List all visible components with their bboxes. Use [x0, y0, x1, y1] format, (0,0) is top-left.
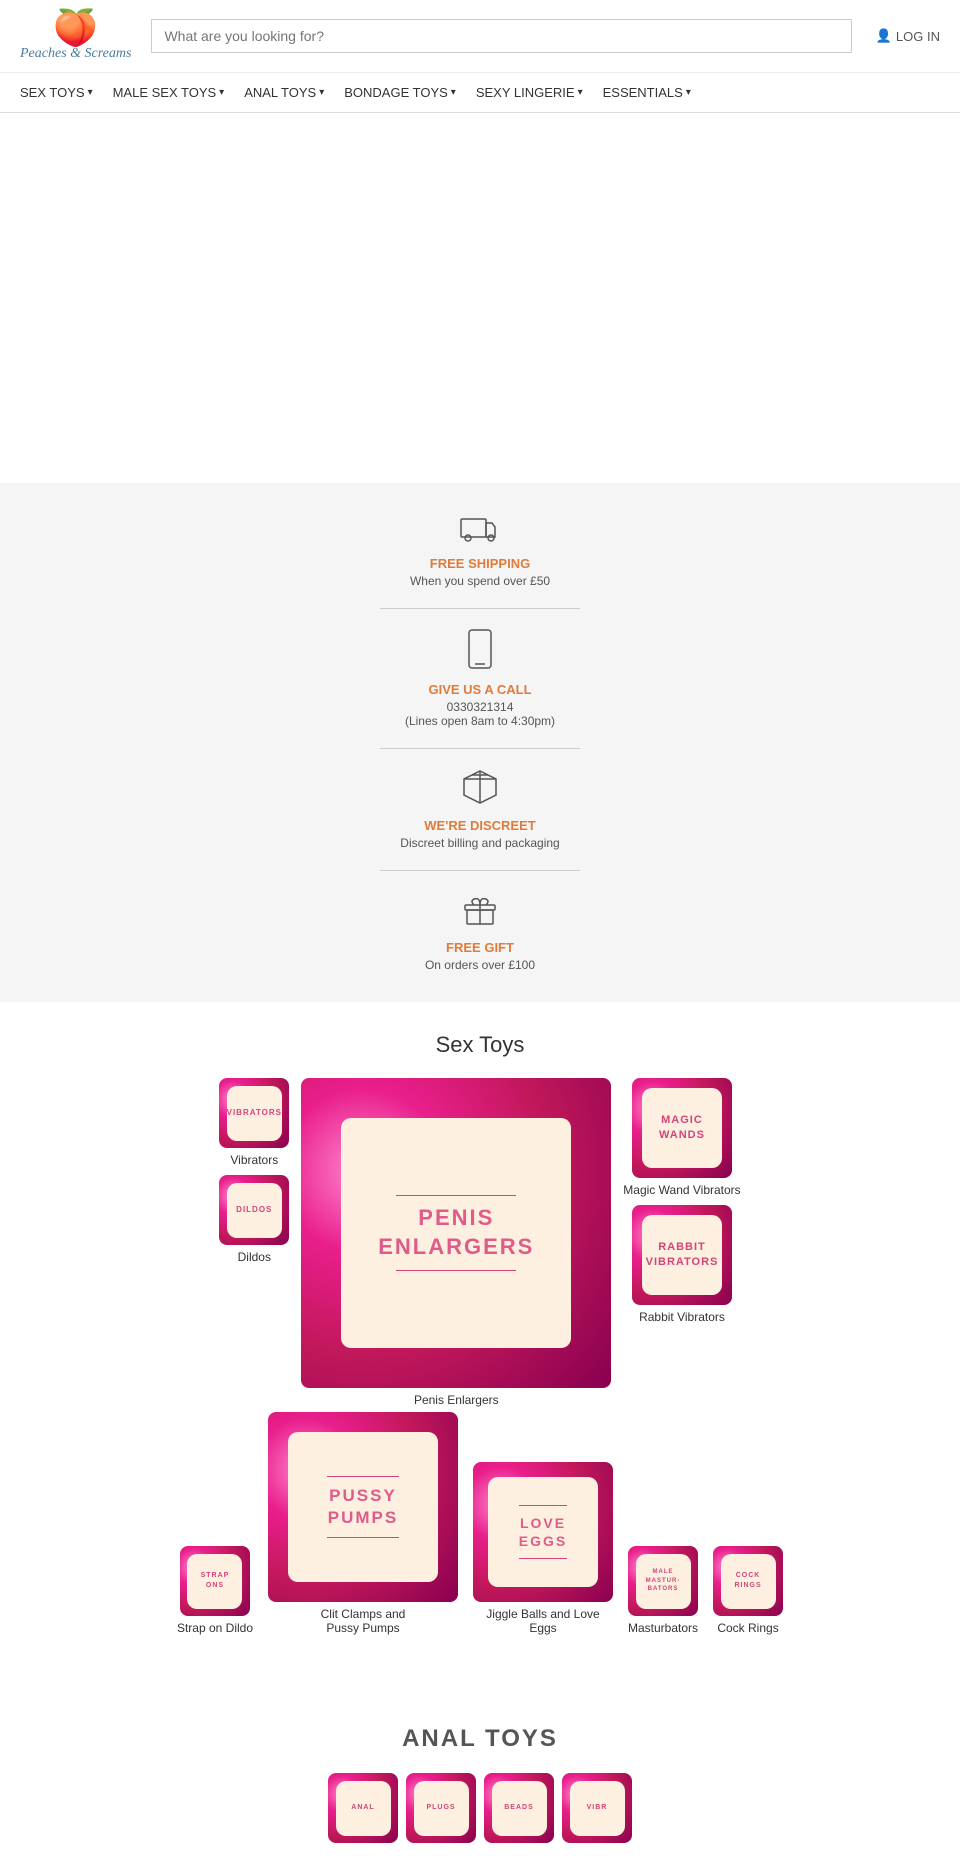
product-cock-rings[interactable]: COCKRINGS Cock Rings: [713, 1546, 783, 1635]
anal-product-1[interactable]: ANAL: [328, 1773, 398, 1843]
free-shipping-desc: When you spend over £50: [410, 574, 550, 588]
nav-sexy-lingerie[interactable]: SEXY LINGERIE ▾: [476, 85, 583, 100]
product-dildos[interactable]: DILDOS Dildos: [219, 1175, 289, 1264]
chevron-down-icon: ▾: [319, 87, 324, 98]
divider: [380, 748, 580, 749]
masturbators-label: Masturbators: [628, 1621, 698, 1635]
anal-product-2[interactable]: PLUGS: [406, 1773, 476, 1843]
divider: [380, 870, 580, 871]
gift-icon: [462, 891, 498, 934]
chevron-down-icon: ▾: [451, 87, 456, 98]
right-thumbnails: MAGICWANDS Magic Wand Vibrators RABBITVI…: [623, 1078, 740, 1324]
user-icon: 👤: [876, 28, 892, 44]
product-masturbators[interactable]: MALEMASTUR-BATORS Masturbators: [628, 1546, 698, 1635]
info-call: GIVE US A CALL 0330321314 (Lines open 8a…: [405, 629, 555, 728]
love-eggs-label: Jiggle Balls and Love Eggs: [483, 1607, 603, 1635]
nav-bondage-toys[interactable]: BONDAGE TOYS ▾: [344, 85, 456, 100]
info-free-shipping: FREE SHIPPING When you spend over £50: [410, 513, 550, 588]
login-label: LOG IN: [896, 29, 940, 44]
nav-sexy-lingerie-label: SEXY LINGERIE: [476, 85, 575, 100]
anal-toys-title: ANAL TOYS: [0, 1725, 960, 1753]
package-icon: [462, 769, 498, 812]
call-phone: 0330321314: [447, 700, 514, 714]
sex-toys-section: Sex Toys VIBRATORS Vibrators DILDOS: [0, 1032, 960, 1655]
product-pussy-pumps[interactable]: PUSSY PUMPS Clit Clamps and Pussy Pumps: [268, 1412, 458, 1635]
info-discreet: WE'RE DISCREET Discreet billing and pack…: [400, 769, 559, 850]
product-strap-on[interactable]: STRAPONS Strap on Dildo: [177, 1546, 253, 1635]
chevron-down-icon: ▾: [686, 87, 691, 98]
chevron-down-icon: ▾: [578, 87, 583, 98]
product-penis-enlargers[interactable]: PENISENLARGERS Penis Enlargers: [301, 1078, 611, 1407]
discreet-desc: Discreet billing and packaging: [400, 836, 559, 850]
free-shipping-title: FREE SHIPPING: [430, 556, 530, 571]
login-button[interactable]: 👤 LOG IN: [872, 28, 940, 44]
logo-area[interactable]: 🍑 Peaches & Screams: [20, 10, 131, 62]
rabbit-vibrators-label: Rabbit Vibrators: [639, 1310, 725, 1324]
info-gift: FREE GIFT On orders over £100: [425, 891, 535, 972]
hero-area: [0, 113, 960, 483]
gift-title: FREE GIFT: [446, 940, 514, 955]
penis-enlargers-label: Penis Enlargers: [414, 1393, 499, 1407]
product-love-eggs[interactable]: LOVE EGGS Jiggle Balls and Love Eggs: [473, 1462, 613, 1635]
nav-anal-toys-label: ANAL TOYS: [244, 85, 316, 100]
anal-toys-row: ANAL PLUGS BEADS VIBR: [0, 1773, 960, 1843]
anal-toys-section: ANAL TOYS ANAL PLUGS BEADS: [0, 1725, 960, 1843]
phone-icon: [465, 629, 495, 676]
nav-anal-toys[interactable]: ANAL TOYS ▾: [244, 85, 324, 100]
cock-rings-label: Cock Rings: [717, 1621, 778, 1635]
truck-icon: [460, 513, 500, 550]
strap-on-label: Strap on Dildo: [177, 1621, 253, 1635]
gift-desc: On orders over £100: [425, 958, 535, 972]
info-grid: FREE SHIPPING When you spend over £50 GI…: [380, 513, 580, 972]
magic-wands-label: Magic Wand Vibrators: [623, 1183, 740, 1197]
nav-sex-toys-label: SEX TOYS: [20, 85, 85, 100]
nav-bondage-toys-label: BONDAGE TOYS: [344, 85, 448, 100]
discreet-title: WE'RE DISCREET: [424, 818, 535, 833]
bottom-products-row: STRAPONS Strap on Dildo PUSSY PUMPS Clit…: [20, 1412, 940, 1635]
product-rabbit-vibrators[interactable]: RABBITVIBRATORS Rabbit Vibrators: [632, 1205, 732, 1324]
search-input[interactable]: [151, 19, 851, 53]
sex-toys-title: Sex Toys: [20, 1032, 940, 1058]
vibrators-label: Vibrators: [230, 1153, 278, 1167]
chevron-down-icon: ▾: [219, 87, 224, 98]
site-header: 🍑 Peaches & Screams 👤 LOG IN: [0, 0, 960, 73]
dildos-label: Dildos: [238, 1250, 271, 1264]
anal-product-3[interactable]: BEADS: [484, 1773, 554, 1843]
divider: [380, 608, 580, 609]
pussy-pumps-label: Clit Clamps and Pussy Pumps: [303, 1607, 423, 1635]
spacer: [0, 1655, 960, 1695]
nav-male-sex-toys-label: MALE SEX TOYS: [113, 85, 217, 100]
anal-product-4[interactable]: VIBR: [562, 1773, 632, 1843]
chevron-down-icon: ▾: [88, 87, 93, 98]
left-thumbnails: VIBRATORS Vibrators DILDOS Dildos: [219, 1078, 289, 1264]
info-section: FREE SHIPPING When you spend over £50 GI…: [0, 483, 960, 1002]
product-vibrators[interactable]: VIBRATORS Vibrators: [219, 1078, 289, 1167]
nav-essentials-label: ESSENTIALS: [603, 85, 683, 100]
logo-text: Peaches & Screams: [20, 46, 131, 62]
call-hours: (Lines open 8am to 4:30pm): [405, 714, 555, 728]
logo-icon: 🍑: [53, 10, 98, 46]
main-nav: SEX TOYS ▾ MALE SEX TOYS ▾ ANAL TOYS ▾ B…: [0, 73, 960, 113]
nav-sex-toys[interactable]: SEX TOYS ▾: [20, 85, 93, 100]
nav-male-sex-toys[interactable]: MALE SEX TOYS ▾: [113, 85, 225, 100]
search-bar[interactable]: [151, 19, 851, 53]
product-magic-wands[interactable]: MAGICWANDS Magic Wand Vibrators: [623, 1078, 740, 1197]
nav-essentials[interactable]: ESSENTIALS ▾: [603, 85, 691, 100]
call-title: GIVE US A CALL: [428, 682, 531, 697]
